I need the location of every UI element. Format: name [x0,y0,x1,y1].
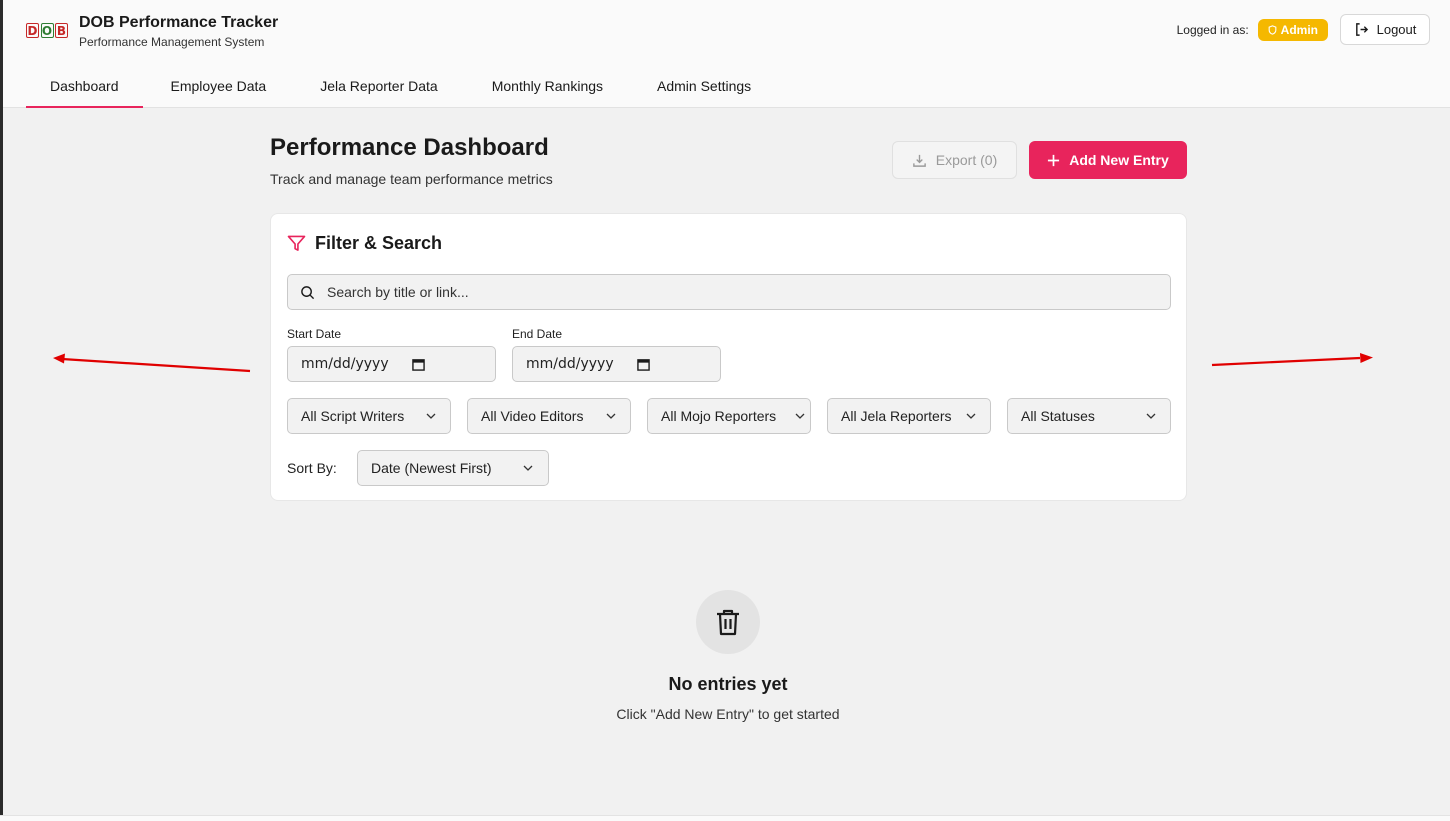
empty-subtitle: Click "Add New Entry" to get started [616,706,840,722]
script-writer-value: All Script Writers [301,408,405,424]
brand: D O B DOB Performance Tracker Performanc… [26,14,278,49]
download-icon [912,154,926,167]
sort-select[interactable]: Date (Newest First) [357,450,549,486]
add-new-entry-button[interactable]: Add New Entry [1029,141,1187,179]
empty-icon-circle [696,590,760,654]
tab-dashboard[interactable]: Dashboard [26,64,143,108]
search-icon [301,285,315,299]
user-box: Logged in as: Admin Logout [1177,14,1430,45]
left-arrow-annotation [53,353,251,373]
page-header: Performance Dashboard Track and manage t… [270,134,553,187]
empty-title: No entries yet [668,674,788,694]
sort-by-label: Sort By: [287,460,337,476]
calendar-icon[interactable] [412,358,425,371]
filter-title: Filter & Search [287,233,442,254]
chevron-down-icon [523,465,533,471]
end-date-input[interactable]: mm/dd/yyyy [512,346,721,382]
filter-card: Filter & Search Start Date mm/dd/yyyy En… [270,213,1187,501]
logo-letter-o: O [40,22,54,38]
brand-text: DOB Performance Tracker Performance Mana… [79,14,278,49]
tab-employee-data[interactable]: Employee Data [143,64,293,108]
filter-title-text: Filter & Search [315,233,443,253]
empty-state: No entries yet Click "Add New Entry" to … [0,590,1450,722]
jela-reporter-value: All Jela Reporters [841,408,952,424]
chevron-down-icon [606,413,616,419]
calendar-icon[interactable] [637,358,650,371]
logged-in-label: Logged in as: [1176,22,1249,37]
sort-value: Date (Newest First) [371,460,492,476]
status-select[interactable]: All Statuses [1007,398,1171,434]
tab-monthly-rankings[interactable]: Monthly Rankings [464,64,629,108]
add-new-entry-label: Add New Entry [1069,152,1169,168]
mojo-reporter-select[interactable]: All Mojo Reporters [647,398,811,434]
logo-letter-b: B [55,22,68,38]
tab-admin-settings[interactable]: Admin Settings [629,64,777,108]
video-editor-select[interactable]: All Video Editors [467,398,631,434]
page-title: Performance Dashboard [270,134,549,161]
app-subtitle: Performance Management System [79,35,265,49]
end-date-label: End Date [512,327,563,341]
script-writer-select[interactable]: All Script Writers [287,398,451,434]
logo-letter-d: D [26,22,39,38]
app-title: DOB Performance Tracker [79,14,279,31]
trash-icon [717,609,739,636]
chevron-down-icon [426,413,436,419]
bottom-edge [0,815,1450,821]
chevron-down-icon [795,413,805,419]
role-badge: Admin [1257,18,1328,41]
logout-icon [1355,23,1368,36]
role-label: Admin [1280,22,1318,37]
dob-logo: D O B [26,22,68,38]
right-arrow-annotation [1211,353,1373,367]
shield-icon [1268,24,1277,35]
video-editor-value: All Video Editors [481,408,584,424]
chevron-down-icon [966,413,976,419]
filter-icon [287,235,306,251]
plus-icon [1048,154,1060,166]
logout-label: Logout [1376,22,1417,37]
start-date-value: mm/dd/yyyy [301,356,389,372]
start-date-input[interactable]: mm/dd/yyyy [287,346,496,382]
page-subtitle: Track and manage team performance metric… [270,171,553,187]
jela-reporter-select[interactable]: All Jela Reporters [827,398,991,434]
search-box[interactable] [287,274,1171,310]
top-bar: D O B DOB Performance Tracker Performanc… [3,0,1450,108]
chevron-down-icon [1146,413,1156,419]
export-button[interactable]: Export (0) [892,141,1017,179]
status-value: All Statuses [1021,408,1095,424]
tab-jela-reporter-data[interactable]: Jela Reporter Data [292,64,464,108]
logout-button[interactable]: Logout [1340,14,1430,45]
search-input[interactable] [327,284,1147,300]
end-date-value: mm/dd/yyyy [526,356,614,372]
mojo-reporter-value: All Mojo Reporters [661,408,777,424]
main-tabs: Dashboard Employee Data Jela Reporter Da… [26,64,777,108]
start-date-label: Start Date [287,327,342,341]
export-label: Export (0) [935,152,998,168]
